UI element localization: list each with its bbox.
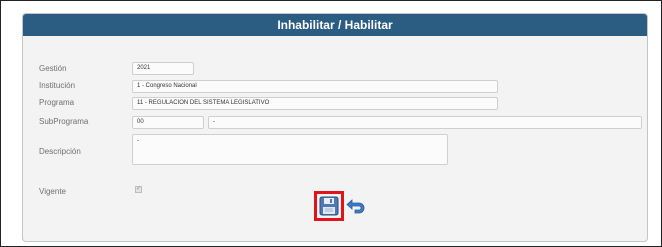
subprograma-code-field[interactable]: 00 bbox=[132, 116, 204, 129]
vigente-label: Vigente bbox=[39, 187, 66, 196]
back-button[interactable] bbox=[346, 197, 368, 219]
subprograma-name-field[interactable]: - bbox=[208, 116, 642, 129]
programa-field[interactable]: 11 - REGULACION DEL SISTEMA LEGISLATIVO bbox=[132, 97, 498, 110]
institucion-field[interactable]: 1 - Congreso Nacional bbox=[132, 80, 498, 93]
programa-label: Programa bbox=[39, 98, 75, 107]
gestion-label: Gestión bbox=[39, 64, 67, 73]
undo-arrow-icon bbox=[346, 199, 365, 214]
descripcion-label: Descripción bbox=[39, 147, 81, 156]
save-disk-icon bbox=[319, 196, 339, 216]
save-button[interactable] bbox=[314, 191, 344, 221]
descripcion-textarea[interactable]: - bbox=[132, 134, 448, 165]
form-title: Inhabilitar / Habilitar bbox=[23, 14, 647, 36]
institucion-label: Institución bbox=[39, 81, 76, 90]
subprograma-label: SubPrograma bbox=[39, 117, 89, 126]
vigente-checkbox[interactable]: ✓ bbox=[135, 186, 142, 193]
gestion-field[interactable]: 2021 bbox=[132, 62, 194, 75]
